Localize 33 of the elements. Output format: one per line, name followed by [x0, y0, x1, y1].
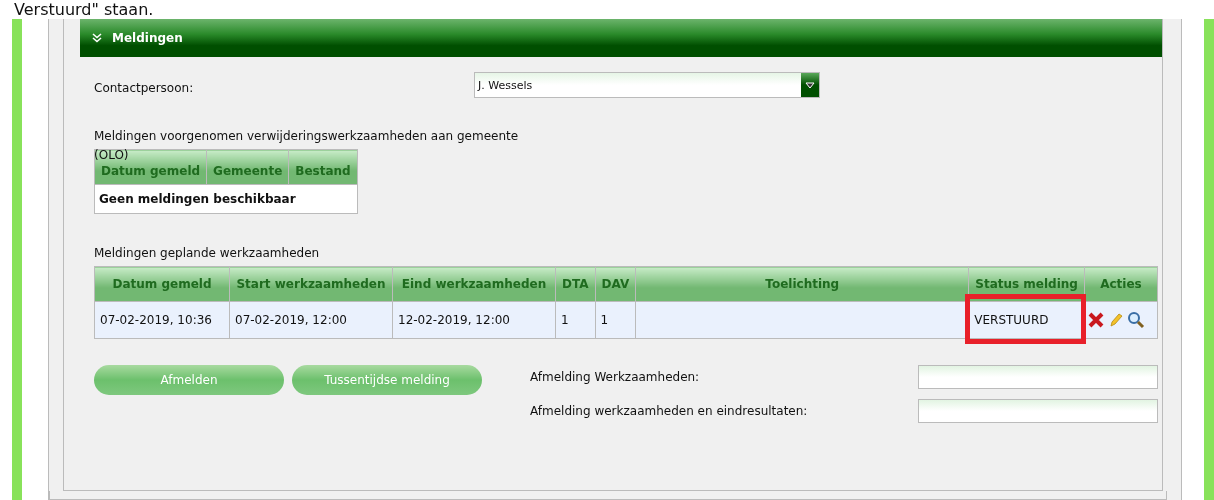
field-label: Afmelding Werkzaamheden: [530, 370, 700, 384]
delete-icon[interactable] [1086, 311, 1105, 329]
table-cell: 1 [555, 301, 595, 339]
column-header: DTA [555, 266, 595, 302]
column-header: Bestand [288, 149, 358, 185]
dropdown-arrow-icon [805, 81, 815, 89]
input-field[interactable] [918, 365, 1158, 389]
contact-dropdown[interactable]: J. Wessels [474, 72, 820, 98]
search-icon[interactable] [1126, 311, 1145, 329]
section-title: Meldingen geplande werkzaamheden [94, 246, 321, 260]
column-header: DAV [595, 266, 636, 302]
column-header: Datum gemeld [94, 266, 230, 302]
table-cell: 12-02-2019, 12:00 [392, 301, 556, 339]
section-title-overflow: (OLO) [94, 149, 129, 161]
column-header: Acties [1084, 266, 1158, 302]
panel-header[interactable]: Meldingen [80, 19, 1162, 57]
section-title: Meldingen voorgenomen verwijderingswerkzaamheden aan gemeente [94, 129, 520, 143]
column-header: Start werkzaamheden [229, 266, 393, 302]
status-text: VERSTUURD [974, 313, 1049, 327]
column-header: Eind werkzaamheden [392, 266, 556, 302]
table-cell: 07-02-2019, 10:36 [94, 301, 230, 339]
field-label: Contactpersoon: [94, 81, 195, 95]
panel-title: Meldingen [112, 31, 183, 45]
table-cell: 1 [595, 301, 636, 339]
column-header: Toelichting [635, 266, 969, 302]
column-header: Gemeente [206, 149, 289, 185]
field-label: Afmelding werkzaamheden en eindresultaten: [530, 404, 808, 418]
input-field[interactable] [918, 399, 1158, 423]
empty-message: Geen meldingen beschikbaar [94, 184, 358, 214]
table-cell: 07-02-2019, 12:00 [229, 301, 393, 339]
double-chevron-icon [92, 33, 102, 43]
pencil-icon[interactable] [1108, 312, 1123, 328]
caption-text: Verstuurd" staan. [13, 0, 155, 19]
